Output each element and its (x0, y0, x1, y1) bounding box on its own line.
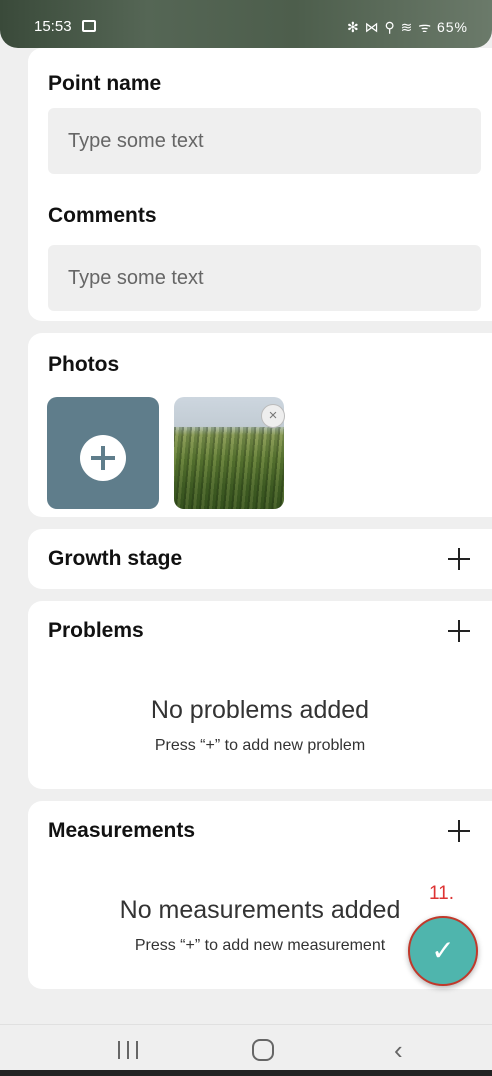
problems-card: Problems No problems added Press “+” to … (28, 601, 492, 789)
home-icon[interactable] (252, 1039, 274, 1061)
screen-bottom-edge (0, 1070, 492, 1076)
comments-title: Comments (48, 204, 157, 227)
add-growth-stage-button[interactable] (446, 546, 472, 572)
back-icon[interactable]: ‹ (394, 1037, 414, 1063)
add-problem-button[interactable] (446, 618, 472, 644)
photos-card: Photos × (28, 333, 492, 517)
status-indicators: ✻ ⋈ ⚲ ≋ ᯤ 65% (347, 19, 468, 35)
comments-input[interactable]: Type some text (48, 245, 481, 311)
point-name-input[interactable]: Type some text (48, 108, 481, 174)
photos-title: Photos (48, 353, 120, 376)
close-icon[interactable]: × (261, 404, 285, 428)
measurements-empty-title: No measurements added (119, 896, 401, 924)
status-time: 15:53 (34, 18, 72, 35)
growth-stage-title: Growth stage (48, 547, 183, 570)
add-measurement-button[interactable] (446, 818, 472, 844)
plus-icon (80, 435, 126, 481)
recent-apps-icon[interactable] (114, 1039, 144, 1061)
save-button[interactable]: ✓ (408, 916, 478, 986)
step-annotation: 11. (429, 883, 455, 904)
problems-empty-hint: Press “+” to add new problem (154, 737, 366, 754)
problems-empty-title: No problems added (150, 696, 370, 724)
point-details-card: Point name Type some text Comments Type … (28, 48, 492, 321)
thumbnail-image (174, 427, 284, 509)
problems-title: Problems (48, 619, 144, 642)
add-photo-button[interactable] (47, 397, 159, 509)
point-name-title: Point name (48, 72, 162, 95)
measurements-title: Measurements (48, 819, 196, 842)
check-icon: ✓ (431, 935, 455, 966)
gallery-icon (82, 20, 96, 32)
growth-stage-card: Growth stage (28, 529, 492, 589)
navigation-bar: ‹ (0, 1024, 492, 1076)
status-bar: 15:53 ✻ ⋈ ⚲ ≋ ᯤ 65% (0, 0, 492, 48)
